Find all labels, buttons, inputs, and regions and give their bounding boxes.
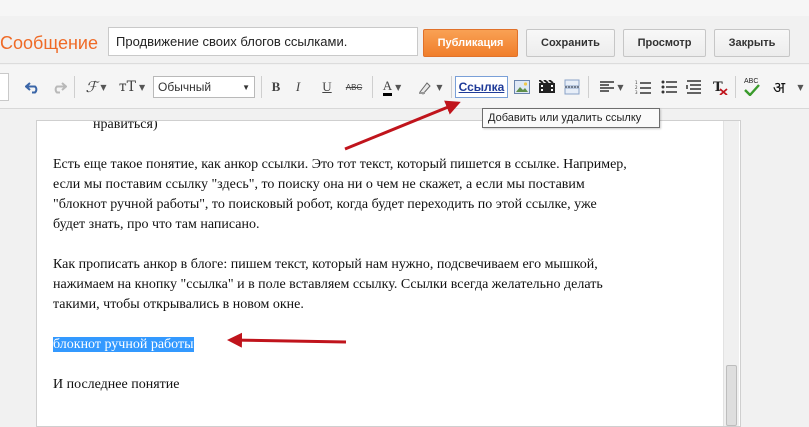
bullet-list-icon[interactable] [660, 77, 678, 97]
underline-button[interactable]: U [320, 77, 334, 97]
chevron-down-icon: ▼ [100, 82, 107, 92]
chevron-down-icon: ▼ [138, 82, 146, 92]
spellcheck-button[interactable]: ABC [741, 77, 763, 97]
toolbar-left-stub [0, 73, 9, 101]
selected-line[interactable]: блокнот ручной работы [53, 335, 713, 355]
format-select[interactable]: Обычный ▼ [153, 76, 255, 98]
transliteration-dropdown[interactable]: ▼ [793, 77, 805, 97]
font-size-button[interactable]: тТ ▼ [115, 77, 149, 97]
close-button[interactable]: Закрыть [714, 29, 790, 57]
highlighter-icon [419, 82, 432, 95]
chevron-down-icon: ▼ [242, 83, 250, 92]
align-left-icon [600, 81, 615, 92]
editor-scrollbar[interactable] [723, 121, 739, 426]
separator [735, 76, 736, 98]
formatting-toolbar: ℱ ▼ тТ ▼ Обычный ▼ B I U ABC A ▼ ▼ Ссылка ▼… [0, 65, 809, 109]
quote-icon[interactable] [685, 77, 703, 97]
post-title-input[interactable]: Продвижение своих блогов ссылками. [108, 27, 418, 56]
highlight-color-button[interactable]: ▼ [413, 77, 447, 97]
chevron-down-icon: ▼ [797, 82, 804, 92]
font-family-icon: ℱ [85, 78, 98, 96]
link-tooltip: Добавить или удалить ссылку [482, 108, 660, 128]
insert-jump-break-icon[interactable] [563, 77, 581, 97]
page-title: Сообщение [0, 33, 98, 53]
text-color-icon: A [382, 78, 393, 96]
editor-content[interactable]: нравиться) Есть еще такое понятие, как а… [53, 121, 713, 395]
chevron-down-icon: ▼ [436, 82, 443, 92]
save-button[interactable]: Сохранить [526, 29, 615, 57]
bold-button[interactable]: B [268, 77, 284, 97]
svg-text:3: 3 [635, 90, 638, 94]
separator [588, 76, 589, 98]
undo-icon[interactable] [24, 77, 42, 97]
text-line: будет знать, про что там написано. [53, 217, 260, 232]
chevron-down-icon: ▼ [395, 82, 402, 92]
text-line: Как прописать анкор в блоге: пишем текст… [53, 257, 598, 272]
insert-image-icon[interactable] [513, 77, 531, 97]
text-line: И последнее понятие [53, 377, 180, 392]
link-button[interactable]: Ссылка [455, 76, 508, 98]
align-button[interactable]: ▼ [596, 77, 628, 97]
text-line: Есть еще такое понятие, как анкор ссылки… [53, 157, 627, 172]
post-body-editor[interactable]: нравиться) Есть еще такое понятие, как а… [36, 120, 741, 427]
preview-button[interactable]: Просмотр [623, 29, 706, 57]
clear-formatting-icon[interactable]: T [711, 77, 729, 97]
text-line: нажимаем на кнопку "ссылка" и в поле вст… [53, 277, 603, 292]
redo-icon[interactable] [50, 77, 68, 97]
format-select-value: Обычный [158, 80, 212, 94]
top-strip [0, 0, 809, 16]
text-color-button[interactable]: A ▼ [377, 77, 407, 97]
separator [372, 76, 373, 98]
publish-button[interactable]: Публикация [423, 29, 518, 57]
font-family-button[interactable]: ℱ ▼ [80, 77, 112, 97]
separator [451, 76, 452, 98]
text-line: если мы поставим ссылку "здесь", то поис… [53, 177, 585, 192]
scrollbar-thumb[interactable] [726, 365, 737, 426]
insert-video-icon[interactable] [538, 77, 556, 97]
separator [261, 76, 262, 98]
transliteration-button[interactable]: अ [770, 77, 788, 97]
chevron-down-icon: ▼ [617, 82, 624, 92]
text-line: такими, чтобы открывались в новом окне. [53, 297, 304, 312]
numbered-list-icon[interactable]: 123 [634, 77, 652, 97]
selected-text[interactable]: блокнот ручной работы [53, 337, 194, 352]
font-size-icon: тТ [118, 79, 136, 95]
text-line: "блокнот ручной работы", то поисковый ро… [53, 197, 597, 212]
spellcheck-icon: ABC [742, 78, 762, 96]
editor-header: Сообщение Продвижение своих блогов ссылк… [0, 0, 809, 64]
separator [74, 76, 75, 98]
strikethrough-button[interactable]: ABC [342, 77, 366, 97]
italic-button[interactable]: I [291, 77, 305, 97]
